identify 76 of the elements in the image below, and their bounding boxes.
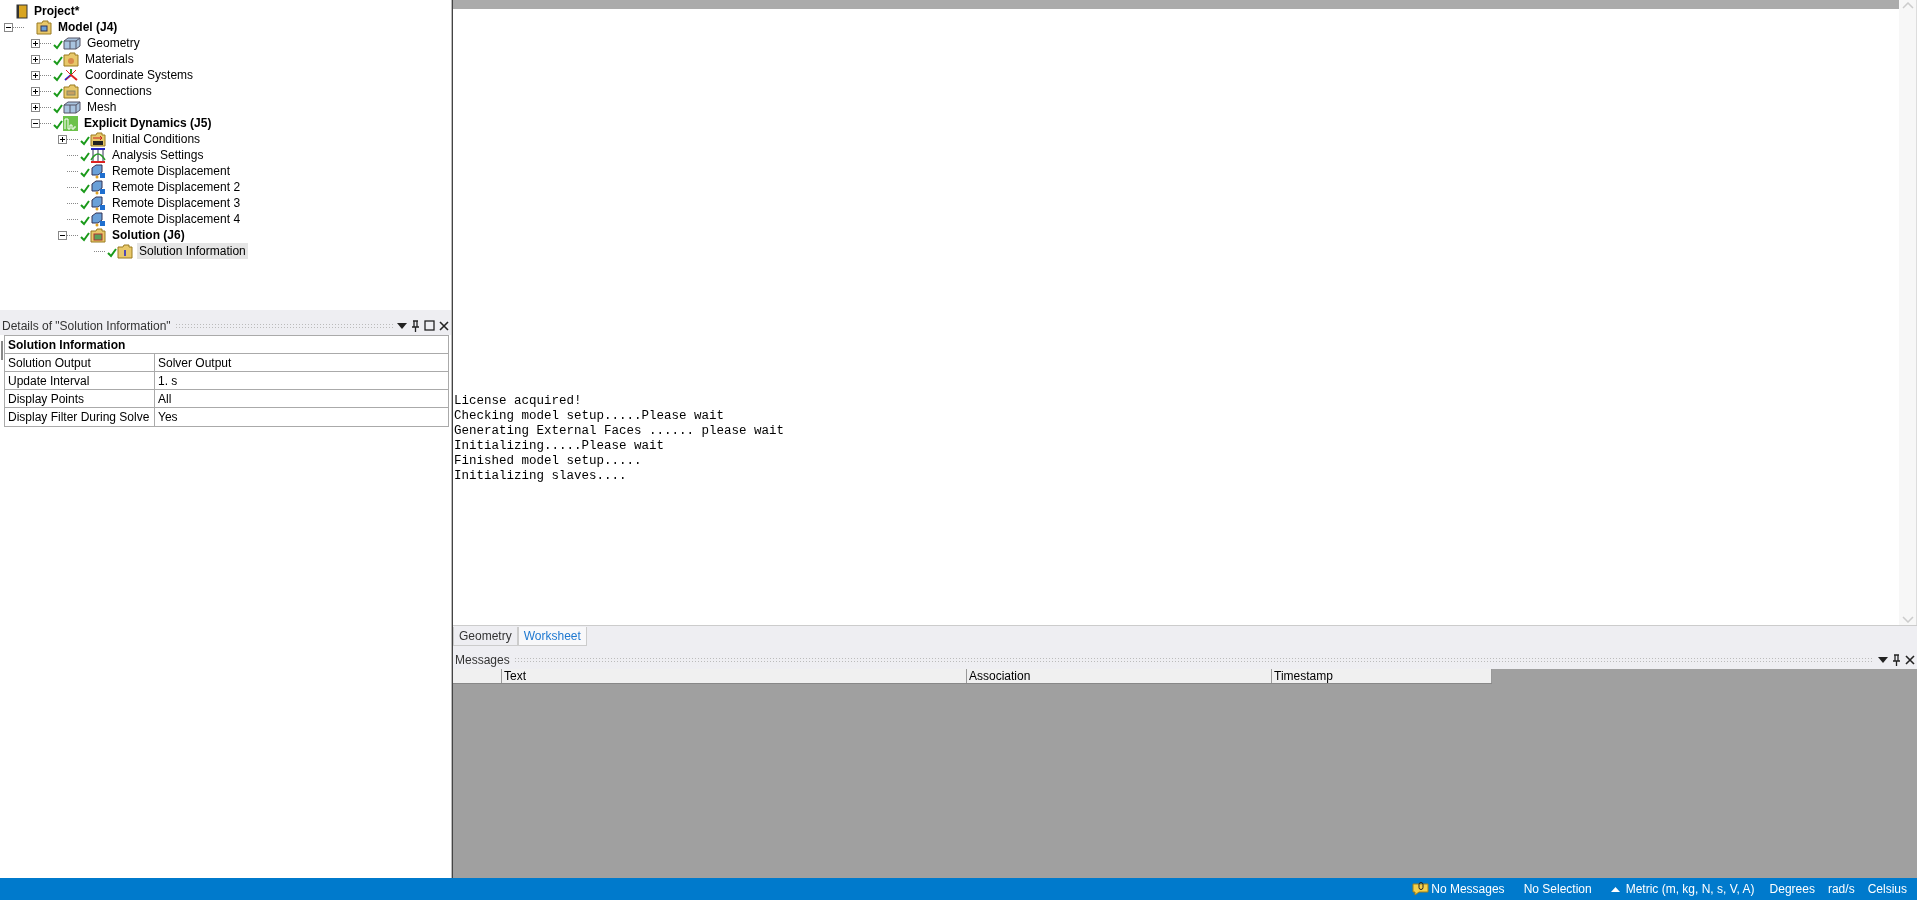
property-value[interactable]: 1. s — [155, 372, 448, 389]
folder-icon — [117, 243, 133, 259]
tree-item[interactable]: Materials — [83, 51, 136, 67]
tree-item[interactable]: Project* — [32, 3, 82, 19]
cube-icon — [90, 179, 106, 195]
tree-item[interactable]: Connections — [83, 83, 154, 99]
tree-item[interactable]: Geometry — [85, 35, 142, 51]
dropdown-icon[interactable] — [1878, 656, 1888, 663]
view-tab[interactable]: Geometry — [453, 627, 518, 646]
expand-toggle[interactable] — [58, 134, 67, 144]
tree-item[interactable]: Analysis Settings — [110, 147, 206, 163]
expand-toggle[interactable] — [31, 38, 40, 48]
tree-item[interactable]: Coordinate Systems — [83, 67, 196, 83]
tree-item[interactable]: Solution Information — [137, 243, 248, 259]
tree-item[interactable]: Mesh — [85, 99, 119, 115]
property-name: Display Filter During Solve — [5, 408, 155, 426]
tree-item[interactable]: Solution (J6) — [110, 227, 187, 243]
maximize-icon[interactable] — [424, 320, 435, 331]
supports-icon — [90, 147, 106, 163]
panel-title: Details of "Solution Information" — [2, 317, 171, 335]
group-header[interactable]: Solution Information — [5, 336, 448, 354]
units-selector[interactable]: Metric (m, kg, N, s, V, A) — [1625, 880, 1755, 898]
book-icon — [16, 3, 28, 19]
tree-item[interactable]: Explicit Dynamics (J5) — [82, 115, 214, 131]
folder-icon — [90, 227, 106, 243]
property-name: Display Points — [5, 390, 155, 407]
expand-toggle[interactable] — [31, 102, 40, 112]
close-icon[interactable] — [439, 320, 449, 331]
status-messages[interactable]: No Messages — [1431, 880, 1505, 898]
tree-item[interactable]: Remote Displacement 4 — [110, 211, 243, 227]
output-line: Checking model setup.....Please wait — [454, 409, 726, 424]
property-value[interactable]: Solver Output — [155, 354, 448, 371]
pin-icon[interactable] — [411, 319, 420, 332]
speech-bubble-icon[interactable] — [1412, 882, 1430, 896]
status-angle-unit[interactable]: Degrees — [1769, 880, 1815, 898]
tree-item[interactable]: Model (J4) — [56, 19, 120, 35]
status-selection: No Selection — [1523, 881, 1592, 898]
pin-icon[interactable] — [1892, 653, 1901, 666]
output-line: Initializing slaves.... — [454, 469, 628, 484]
property-name: Update Interval — [5, 372, 155, 389]
column-header[interactable]: Text — [502, 669, 967, 683]
status-rotation-unit[interactable]: rad/s — [1827, 880, 1855, 898]
blocks-icon — [63, 36, 81, 50]
axes-icon — [63, 68, 79, 82]
expand-toggle[interactable] — [31, 70, 40, 80]
status-temperature-unit[interactable]: Celsius — [1867, 880, 1907, 898]
view-tab[interactable]: Worksheet — [517, 627, 587, 646]
tree-item[interactable]: Remote Displacement 3 — [110, 195, 243, 211]
caret-up-icon[interactable] — [1610, 886, 1620, 892]
blocks-icon — [63, 100, 81, 114]
folder-icon — [63, 51, 79, 67]
output-line: Finished model setup..... — [454, 454, 643, 469]
folder-icon — [90, 131, 106, 147]
tree-item[interactable]: Initial Conditions — [110, 131, 203, 147]
cube-icon — [90, 163, 106, 179]
output-line: Generating External Faces ...... please wait — [454, 424, 786, 439]
expand-toggle[interactable] — [31, 54, 40, 64]
panel-title: Messages — [455, 651, 510, 669]
column-header[interactable]: Association — [967, 669, 1272, 683]
property-value[interactable]: All — [155, 390, 448, 407]
folder-icon — [36, 19, 52, 35]
folder-icon — [63, 83, 79, 99]
cube-icon — [90, 211, 106, 227]
cube-icon — [90, 195, 106, 211]
check-icon — [107, 248, 117, 258]
output-line: Initializing.....Please wait — [454, 439, 666, 454]
output-line: License acquired! — [454, 394, 583, 409]
tree-item[interactable]: Remote Displacement — [110, 163, 233, 179]
property-name: Solution Output — [5, 354, 155, 371]
column-header[interactable]: Timestamp — [1272, 669, 1492, 683]
dropdown-icon[interactable] — [397, 322, 407, 329]
tree-item[interactable]: Remote Displacement 2 — [110, 179, 243, 195]
expand-toggle[interactable] — [31, 86, 40, 96]
close-icon[interactable] — [1905, 654, 1915, 665]
graph-icon — [63, 115, 78, 131]
property-value[interactable]: Yes — [155, 408, 448, 426]
